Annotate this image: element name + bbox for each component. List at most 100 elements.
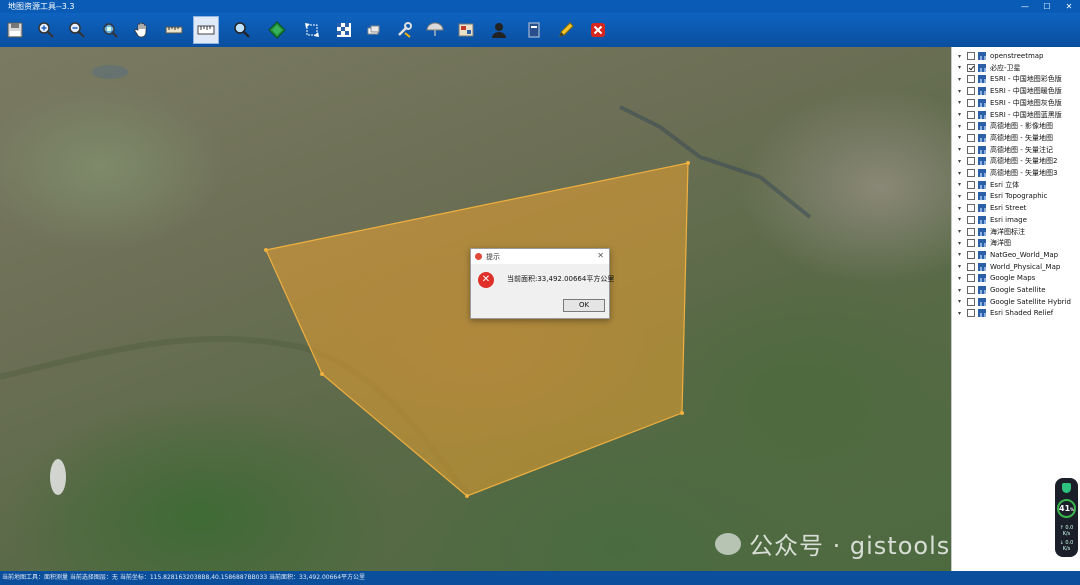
layer-item[interactable]: ▾ 高德地图 - 矢量地图2 bbox=[952, 155, 1080, 167]
pan-tool[interactable] bbox=[129, 16, 155, 44]
layer-checkbox[interactable] bbox=[967, 297, 975, 306]
chevron-down-icon[interactable]: ▾ bbox=[955, 146, 964, 153]
layer-checkbox[interactable] bbox=[967, 192, 975, 201]
chevron-down-icon[interactable]: ▾ bbox=[955, 240, 964, 247]
layer-checkbox[interactable] bbox=[967, 204, 975, 213]
help-tool[interactable] bbox=[521, 16, 547, 44]
layer-item[interactable]: ▾ 海洋图标注 bbox=[952, 226, 1080, 238]
polygon-vertex[interactable] bbox=[680, 411, 684, 415]
layer-item[interactable]: ▾ 海洋图 bbox=[952, 237, 1080, 249]
chevron-down-icon[interactable]: ▾ bbox=[955, 193, 964, 200]
layer-checkbox[interactable] bbox=[967, 239, 975, 248]
network-monitor-widget[interactable]: 41% ↑ 0.0 K/s ↓ 0.0 K/s bbox=[1055, 478, 1078, 557]
select-tool[interactable] bbox=[299, 16, 325, 44]
layer-checkbox[interactable] bbox=[967, 98, 975, 107]
layer-tool[interactable] bbox=[264, 16, 290, 44]
layer-item[interactable]: ▾ NatGeo_World_Map bbox=[952, 249, 1080, 261]
export-tool[interactable] bbox=[453, 16, 479, 44]
dialog-close-icon[interactable]: ✕ bbox=[597, 251, 604, 260]
layer-item[interactable]: ▾ 高德地图 - 影像地图 bbox=[952, 120, 1080, 132]
measured-area-polygon[interactable] bbox=[265, 162, 689, 497]
layer-item[interactable]: ▾ Esri image bbox=[952, 214, 1080, 226]
layer-item[interactable]: ▾ ESRI - 中国地图彩色版 bbox=[952, 73, 1080, 85]
layer-checkbox[interactable] bbox=[967, 169, 975, 177]
layer-item[interactable]: ▾ 高德地图 - 矢量地图3 bbox=[952, 167, 1080, 179]
weather-tool[interactable] bbox=[422, 16, 448, 44]
layer-checkbox[interactable] bbox=[967, 262, 975, 271]
layer-checkbox[interactable] bbox=[967, 145, 975, 154]
layer-item[interactable]: ▾ ESRI - 中国地图灰色版 bbox=[952, 97, 1080, 109]
zoom-out-tool[interactable] bbox=[64, 16, 90, 44]
chevron-down-icon[interactable]: ▾ bbox=[955, 76, 964, 83]
chevron-down-icon[interactable]: ▾ bbox=[955, 228, 964, 235]
layer-item[interactable]: ▾ openstreetmap bbox=[952, 50, 1080, 62]
tile-grid-tool[interactable] bbox=[331, 16, 357, 44]
chevron-down-icon[interactable]: ▾ bbox=[955, 251, 964, 258]
layer-item[interactable]: ▾ Esri Topographic bbox=[952, 190, 1080, 202]
chevron-down-icon[interactable]: ▾ bbox=[955, 99, 964, 106]
layer-item[interactable]: ▾ Esri 立体 bbox=[952, 179, 1080, 191]
layer-item[interactable]: ▾ Google Maps bbox=[952, 272, 1080, 284]
chevron-down-icon[interactable]: ▾ bbox=[955, 64, 964, 71]
search-tool[interactable] bbox=[229, 16, 255, 44]
settings-tool[interactable] bbox=[391, 16, 417, 44]
chevron-down-icon[interactable]: ▾ bbox=[955, 134, 964, 141]
clear-tool[interactable] bbox=[361, 16, 387, 44]
chevron-down-icon[interactable]: ▾ bbox=[955, 88, 964, 95]
layer-item[interactable]: ▾ 高德地图 - 矢量注记 bbox=[952, 144, 1080, 156]
layer-item[interactable]: ▾ 必应-卫星 bbox=[952, 62, 1080, 74]
layer-checkbox[interactable] bbox=[967, 87, 975, 96]
measure-distance-tool[interactable] bbox=[161, 16, 187, 44]
layer-checkbox[interactable] bbox=[967, 63, 975, 72]
chevron-down-icon[interactable]: ▾ bbox=[955, 216, 964, 223]
layer-item[interactable]: ▾ World_Physical_Map bbox=[952, 261, 1080, 273]
chevron-down-icon[interactable]: ▾ bbox=[955, 53, 964, 60]
chevron-down-icon[interactable]: ▾ bbox=[955, 111, 964, 118]
layer-checkbox[interactable] bbox=[967, 309, 975, 318]
user-tool[interactable] bbox=[486, 16, 512, 44]
chevron-down-icon[interactable]: ▾ bbox=[955, 205, 964, 212]
layer-item[interactable]: ▾ Google Satellite bbox=[952, 284, 1080, 296]
polygon-vertex[interactable] bbox=[686, 161, 690, 165]
edit-tool[interactable] bbox=[553, 16, 579, 44]
ok-button[interactable]: OK bbox=[563, 299, 605, 312]
polygon-vertex[interactable] bbox=[264, 248, 268, 252]
chevron-down-icon[interactable]: ▾ bbox=[955, 263, 964, 270]
chevron-down-icon[interactable]: ▾ bbox=[955, 123, 964, 130]
layer-checkbox[interactable] bbox=[967, 286, 975, 294]
minimize-button[interactable]: — bbox=[1014, 0, 1036, 13]
close-tool[interactable] bbox=[585, 16, 611, 44]
layer-item[interactable]: ▾ ESRI - 中国地图蓝黑版 bbox=[952, 109, 1080, 121]
polygon-vertex[interactable] bbox=[465, 494, 469, 498]
save-tool[interactable] bbox=[2, 16, 28, 44]
chevron-down-icon[interactable]: ▾ bbox=[955, 275, 964, 282]
chevron-down-icon[interactable]: ▾ bbox=[955, 158, 964, 165]
layer-checkbox[interactable] bbox=[967, 250, 975, 259]
layer-checkbox[interactable] bbox=[967, 133, 975, 142]
polygon-vertex[interactable] bbox=[320, 372, 324, 376]
maximize-button[interactable]: ☐ bbox=[1036, 0, 1058, 13]
layer-checkbox[interactable] bbox=[967, 157, 975, 166]
layer-checkbox[interactable] bbox=[967, 215, 975, 224]
layer-item[interactable]: ▾ Esri Street bbox=[952, 202, 1080, 214]
layer-checkbox[interactable] bbox=[967, 227, 975, 236]
close-window-button[interactable]: ✕ bbox=[1058, 0, 1080, 13]
layer-checkbox[interactable] bbox=[967, 274, 975, 283]
layer-item[interactable]: ▾ Esri Shaded Relief bbox=[952, 307, 1080, 319]
chevron-down-icon[interactable]: ▾ bbox=[955, 181, 964, 188]
chevron-down-icon[interactable]: ▾ bbox=[955, 310, 964, 317]
chevron-down-icon[interactable]: ▾ bbox=[955, 170, 964, 177]
full-extent-tool[interactable] bbox=[97, 16, 123, 44]
chevron-down-icon[interactable]: ▾ bbox=[955, 287, 964, 294]
zoom-in-tool[interactable] bbox=[33, 16, 59, 44]
layer-checkbox[interactable] bbox=[967, 122, 975, 131]
chevron-down-icon[interactable]: ▾ bbox=[955, 298, 964, 305]
layer-checkbox[interactable] bbox=[967, 75, 975, 84]
layer-checkbox[interactable] bbox=[967, 52, 975, 60]
layer-checkbox[interactable] bbox=[967, 180, 975, 189]
measure-area-tool[interactable] bbox=[193, 16, 219, 44]
layer-checkbox[interactable] bbox=[967, 110, 975, 119]
layer-item[interactable]: ▾ ESRI - 中国地图暖色版 bbox=[952, 85, 1080, 97]
layer-item[interactable]: ▾ Google Satellite Hybrid bbox=[952, 296, 1080, 308]
layer-item[interactable]: ▾ 高德地图 - 矢量地图 bbox=[952, 132, 1080, 144]
